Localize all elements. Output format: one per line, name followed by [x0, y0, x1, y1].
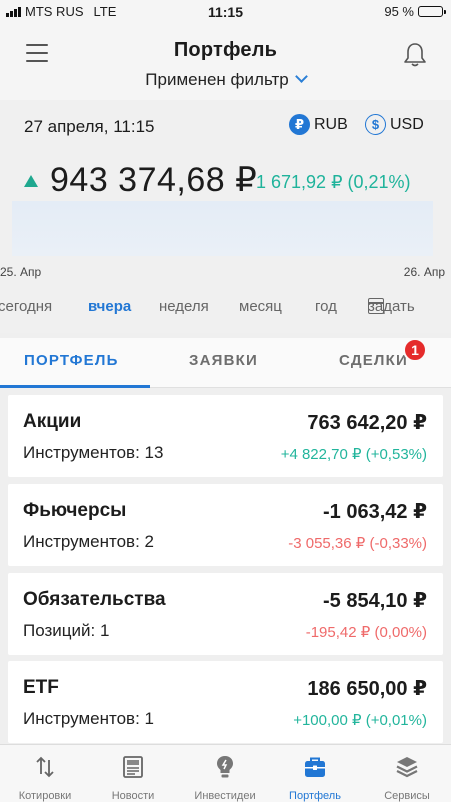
newspaper-icon [123, 756, 143, 778]
page-title: Портфель [173, 39, 278, 61]
filter-dropdown[interactable]: Применен фильтр [0, 70, 451, 90]
chart-end-label: 26. Апр [403, 265, 445, 279]
nav-ideas[interactable]: Инвестидеи [180, 745, 270, 802]
card-title: Обязательства [23, 589, 166, 610]
nav-services[interactable]: Сервисы [362, 745, 451, 802]
summary-date: 27 апреля, 11:15 [24, 117, 155, 136]
tab-deals[interactable]: СДЕЛКИ [339, 352, 408, 369]
currency-usd-label: USD [390, 115, 424, 133]
nav-portfolio[interactable]: Портфель [270, 745, 360, 802]
battery-percent: 95 % [384, 4, 414, 19]
period-yesterday[interactable]: вчера [88, 298, 131, 315]
period-year[interactable]: год [315, 298, 337, 315]
portfolio-tabs: ПОРТФЕЛЬ ЗАЯВКИ СДЕЛКИ [0, 338, 451, 388]
period-today[interactable]: сегодня [0, 298, 52, 315]
card-count: Инструментов: 13 [23, 443, 164, 462]
portfolio-chart[interactable] [12, 201, 433, 256]
lightbulb-icon [217, 756, 233, 778]
card-change: +4 822,70 ₽ (+0,53%) [280, 446, 427, 463]
card-change: -195,42 ₽ (0,00%) [305, 624, 427, 641]
nav-news[interactable]: Новости [88, 745, 178, 802]
card-value: -5 854,10 ₽ [323, 590, 427, 612]
period-week[interactable]: неделя [159, 298, 209, 315]
tab-orders[interactable]: ЗАЯВКИ [189, 352, 258, 369]
card-liabilities[interactable]: Обязательства Позиций: 1 -5 854,10 ₽ -19… [8, 573, 443, 655]
clock: 11:15 [207, 4, 244, 20]
active-tab-indicator [0, 385, 150, 388]
layers-icon [396, 757, 418, 778]
app-screen: MTS RUS LTE 11:15 95 % Портфель Применен… [0, 0, 451, 802]
card-title: Акции [23, 411, 82, 432]
card-title: Фьючерсы [23, 500, 127, 521]
period-month[interactable]: месяц [239, 298, 282, 315]
app-header: Портфель Применен фильтр [0, 24, 451, 100]
card-stocks[interactable]: Акции Инструментов: 13 763 642,20 ₽ +4 8… [8, 395, 443, 477]
bottom-navigation: Котировки Новости Инвестидеи Портфель Се… [0, 744, 451, 802]
tab-portfolio[interactable]: ПОРТФЕЛЬ [24, 352, 119, 369]
card-value: 186 650,00 ₽ [307, 678, 427, 700]
card-title: ETF [23, 677, 59, 698]
portfolio-summary: 27 апреля, 11:15 ₽ RUB $ USD 943 374,68 … [0, 100, 451, 333]
card-value: -1 063,42 ₽ [323, 501, 427, 523]
portfolio-total: 943 374,68 ₽ [50, 161, 258, 199]
filter-label: Применен фильтр [145, 70, 289, 89]
card-change: -3 055,36 ₽ (-0,33%) [288, 535, 427, 552]
card-futures[interactable]: Фьючерсы Инструментов: 2 -1 063,42 ₽ -3 … [8, 484, 443, 566]
briefcase-icon [305, 757, 325, 777]
currency-usd-toggle[interactable]: $ USD [365, 114, 424, 135]
card-etf[interactable]: ETF Инструментов: 1 186 650,00 ₽ +100,00… [8, 661, 443, 743]
currency-rub-label: RUB [314, 115, 348, 133]
deals-badge: 1 [403, 338, 427, 362]
period-custom-label: задать [368, 298, 415, 315]
card-value: 763 642,20 ₽ [307, 412, 427, 434]
nav-label: Новости [111, 790, 155, 802]
chart-start-label: 25. Апр [0, 265, 42, 279]
card-change: +100,00 ₽ (+0,01%) [293, 712, 427, 729]
battery-icon [418, 6, 446, 17]
arrows-updown-icon [36, 756, 54, 778]
currency-rub-toggle[interactable]: ₽ RUB [289, 114, 348, 135]
card-count: Инструментов: 1 [23, 709, 154, 728]
nav-label: Портфель [289, 790, 341, 802]
card-count: Позиций: 1 [23, 621, 110, 640]
chevron-down-icon [294, 70, 308, 83]
nav-quotes[interactable]: Котировки [0, 745, 90, 802]
nav-label: Инвестидеи [194, 790, 256, 802]
nav-label: Котировки [18, 790, 72, 802]
card-count: Инструментов: 2 [23, 532, 154, 551]
period-selector: сегодня вчера неделя месяц год задать [0, 298, 451, 322]
portfolio-change: 1 671,92 ₽ (0,21%) [256, 172, 411, 192]
bell-icon[interactable] [403, 42, 427, 68]
battery-status: 95 % [384, 4, 446, 19]
status-bar: MTS RUS LTE 11:15 95 % [0, 0, 451, 24]
trend-up-icon [24, 175, 38, 187]
nav-label: Сервисы [384, 790, 430, 802]
dollar-icon: $ [365, 114, 386, 135]
ruble-icon: ₽ [289, 114, 310, 135]
